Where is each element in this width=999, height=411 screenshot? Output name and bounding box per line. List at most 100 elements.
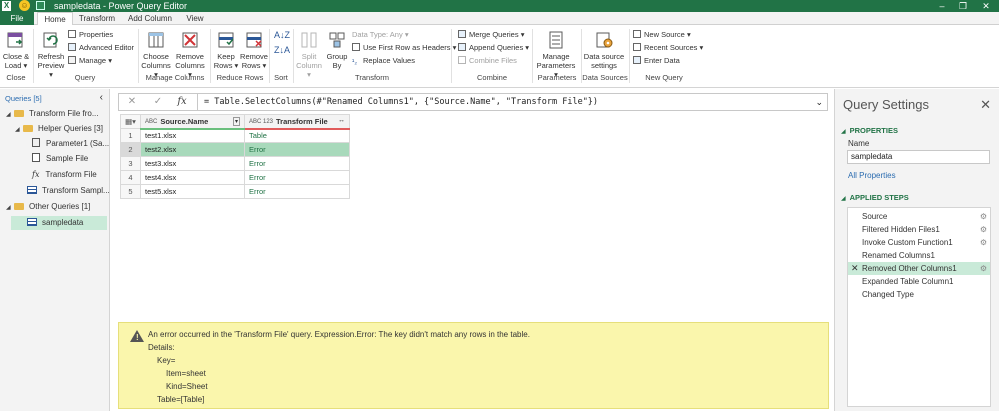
- tab-add-column[interactable]: Add Column: [124, 12, 176, 25]
- quick-access-icon[interactable]: [36, 1, 45, 10]
- merge-queries-button[interactable]: Merge Queries ▾: [458, 30, 524, 40]
- manage-parameters-button[interactable]: Manage Parameters ▾: [535, 30, 577, 79]
- properties-section[interactable]: ◢ PROPERTIES: [841, 126, 898, 135]
- commit-formula-icon[interactable]: ✓: [149, 94, 167, 110]
- recent-sources-button[interactable]: Recent Sources ▾: [633, 43, 703, 53]
- close-load-button[interactable]: Close & Load ▾: [2, 30, 30, 70]
- tab-view[interactable]: View: [181, 12, 209, 25]
- properties-button[interactable]: Properties: [68, 30, 113, 40]
- collapse-triangle-icon[interactable]: ◢: [841, 129, 846, 135]
- table-row[interactable]: 3 test3.xlsx Error: [120, 156, 350, 171]
- delete-step-icon[interactable]: ✕: [851, 262, 859, 275]
- tree-transform-file[interactable]: fx Transform File: [32, 168, 97, 182]
- combine-files-button[interactable]: Combine Files: [458, 56, 517, 66]
- close-settings-icon[interactable]: ✕: [980, 97, 991, 113]
- cell-transform-file[interactable]: Error: [244, 156, 350, 171]
- column-header-source-name[interactable]: ABC Source.Name ▾: [140, 114, 245, 130]
- close-window-icon[interactable]: ✕: [976, 0, 996, 12]
- gear-icon[interactable]: ⚙: [980, 223, 987, 236]
- column-header-transform-file[interactable]: ABC 123 Transform File ↔: [244, 114, 350, 130]
- data-type-dropdown[interactable]: Data Type: Any ▾: [352, 30, 409, 40]
- queries-header[interactable]: Queries [5]: [5, 94, 42, 103]
- collapse-pane-icon[interactable]: ‹: [100, 92, 103, 103]
- enter-data-button[interactable]: Enter Data: [633, 56, 680, 66]
- properties-heading: PROPERTIES: [849, 126, 898, 135]
- expand-column-icon[interactable]: ↔: [338, 117, 345, 124]
- gear-icon[interactable]: ⚙: [980, 210, 987, 223]
- remove-columns-button[interactable]: Remove Columns ▾: [174, 30, 206, 79]
- table-row[interactable]: 1 test1.xlsx Table: [120, 128, 350, 143]
- choose-columns-button[interactable]: Choose Columns ▾: [141, 30, 171, 79]
- ribbon: Close & Load ▾ Close Refresh Preview ▾ P…: [0, 25, 999, 88]
- step-item[interactable]: Invoke Custom Function1 ⚙: [848, 236, 990, 249]
- step-item[interactable]: Source ⚙: [848, 210, 990, 223]
- minimize-icon[interactable]: –: [932, 0, 952, 12]
- tab-file[interactable]: File: [0, 12, 34, 25]
- split-column-button[interactable]: Split Column ▾: [296, 30, 322, 79]
- cell-source-name[interactable]: test4.xlsx: [140, 170, 245, 185]
- tree-sample-file[interactable]: Sample File: [32, 152, 88, 166]
- tree-parameter1[interactable]: Parameter1 (Sa...: [32, 137, 109, 151]
- table-row[interactable]: 2 test2.xlsx Error: [120, 142, 350, 157]
- remove-rows-button[interactable]: Remove Rows ▾: [240, 30, 268, 70]
- advanced-editor-button[interactable]: Advanced Editor: [68, 43, 134, 53]
- group-by-button[interactable]: Group By: [325, 30, 349, 70]
- table-menu-icon[interactable]: ▦▾: [120, 114, 141, 129]
- use-first-row-button[interactable]: Use First Row as Headers ▾: [352, 43, 456, 53]
- cell-transform-file[interactable]: Table: [244, 128, 350, 143]
- tree-transform-folder[interactable]: ◢ Transform File fro...: [6, 107, 99, 121]
- restore-icon[interactable]: ❐: [953, 0, 973, 12]
- table-row[interactable]: 5 test5.xlsx Error: [120, 184, 350, 199]
- table-row[interactable]: 4 test4.xlsx Error: [120, 170, 350, 185]
- applied-steps-section[interactable]: ◢ APPLIED STEPS: [841, 193, 909, 202]
- tab-home[interactable]: Home: [37, 12, 73, 25]
- remove-rows-label-2: Rows: [241, 61, 261, 70]
- new-source-button[interactable]: New Source ▾: [633, 30, 691, 40]
- expand-triangle-icon[interactable]: ◢: [6, 201, 14, 215]
- tree-sampledata[interactable]: sampledata: [11, 216, 107, 230]
- data-source-settings-button[interactable]: Data source settings: [583, 30, 625, 70]
- gear-icon[interactable]: ⚙: [980, 262, 987, 275]
- advanced-editor-label: Advanced Editor: [79, 43, 135, 52]
- formula-bar: ✕ ✓ fx = Table.SelectColumns(#"Renamed C…: [118, 93, 828, 111]
- gear-icon[interactable]: ⚙: [980, 236, 987, 249]
- formula-input[interactable]: = Table.SelectColumns(#"Renamed Columns1…: [197, 94, 817, 110]
- cell-transform-file[interactable]: Error: [244, 142, 350, 157]
- all-properties-link[interactable]: All Properties: [848, 171, 896, 180]
- manage-button[interactable]: Manage ▾: [68, 56, 112, 66]
- expand-formula-icon[interactable]: ⌄: [815, 94, 823, 110]
- tab-transform[interactable]: Transform: [76, 12, 118, 25]
- cell-source-name[interactable]: test3.xlsx: [140, 156, 245, 171]
- tree-other-folder[interactable]: ◢ Other Queries [1]: [6, 200, 90, 214]
- step-item-active[interactable]: ✕ Removed Other Columns1 ⚙: [848, 262, 990, 275]
- cell-transform-file[interactable]: Error: [244, 170, 350, 185]
- append-queries-button[interactable]: Append Queries ▾: [458, 43, 529, 53]
- tree-sample-file-label: Sample File: [46, 154, 89, 163]
- step-item[interactable]: Changed Type: [848, 288, 990, 301]
- text-type-icon[interactable]: ABC: [145, 119, 157, 125]
- expand-triangle-icon[interactable]: ◢: [6, 108, 14, 122]
- cell-source-name[interactable]: test2.xlsx: [140, 142, 245, 157]
- fx-icon[interactable]: fx: [173, 94, 191, 110]
- smiley-feedback-icon[interactable]: ☺: [19, 0, 30, 11]
- cell-transform-file[interactable]: Error: [244, 184, 350, 199]
- cell-source-name[interactable]: test5.xlsx: [140, 184, 245, 199]
- tree-transform-sample[interactable]: Transform Sampl...: [27, 184, 110, 198]
- step-item[interactable]: Filtered Hidden Files1 ⚙: [848, 223, 990, 236]
- sort-ascending-icon[interactable]: A↓Z: [274, 30, 290, 40]
- step-item[interactable]: Renamed Columns1: [848, 249, 990, 262]
- tree-helper-folder[interactable]: ◢ Helper Queries [3]: [15, 122, 103, 136]
- filter-dropdown-icon[interactable]: ▾: [232, 116, 240, 126]
- any-type-icon[interactable]: ABC 123: [249, 119, 273, 125]
- window-title: sampledata - Power Query Editor: [54, 1, 188, 11]
- collapse-triangle-icon[interactable]: ◢: [841, 196, 846, 202]
- replace-values-button[interactable]: ¹₂ Replace Values: [352, 56, 415, 66]
- cancel-formula-icon[interactable]: ✕: [123, 94, 141, 110]
- step-item[interactable]: Expanded Table Column1: [848, 275, 990, 288]
- sort-descending-icon[interactable]: Z↓A: [274, 45, 290, 55]
- query-name-input[interactable]: sampledata: [847, 150, 990, 164]
- cell-source-name[interactable]: test1.xlsx: [140, 128, 245, 143]
- expand-triangle-icon[interactable]: ◢: [15, 123, 23, 137]
- refresh-preview-button[interactable]: Refresh Preview ▾: [36, 30, 66, 79]
- keep-rows-button[interactable]: Keep Rows ▾: [212, 30, 240, 70]
